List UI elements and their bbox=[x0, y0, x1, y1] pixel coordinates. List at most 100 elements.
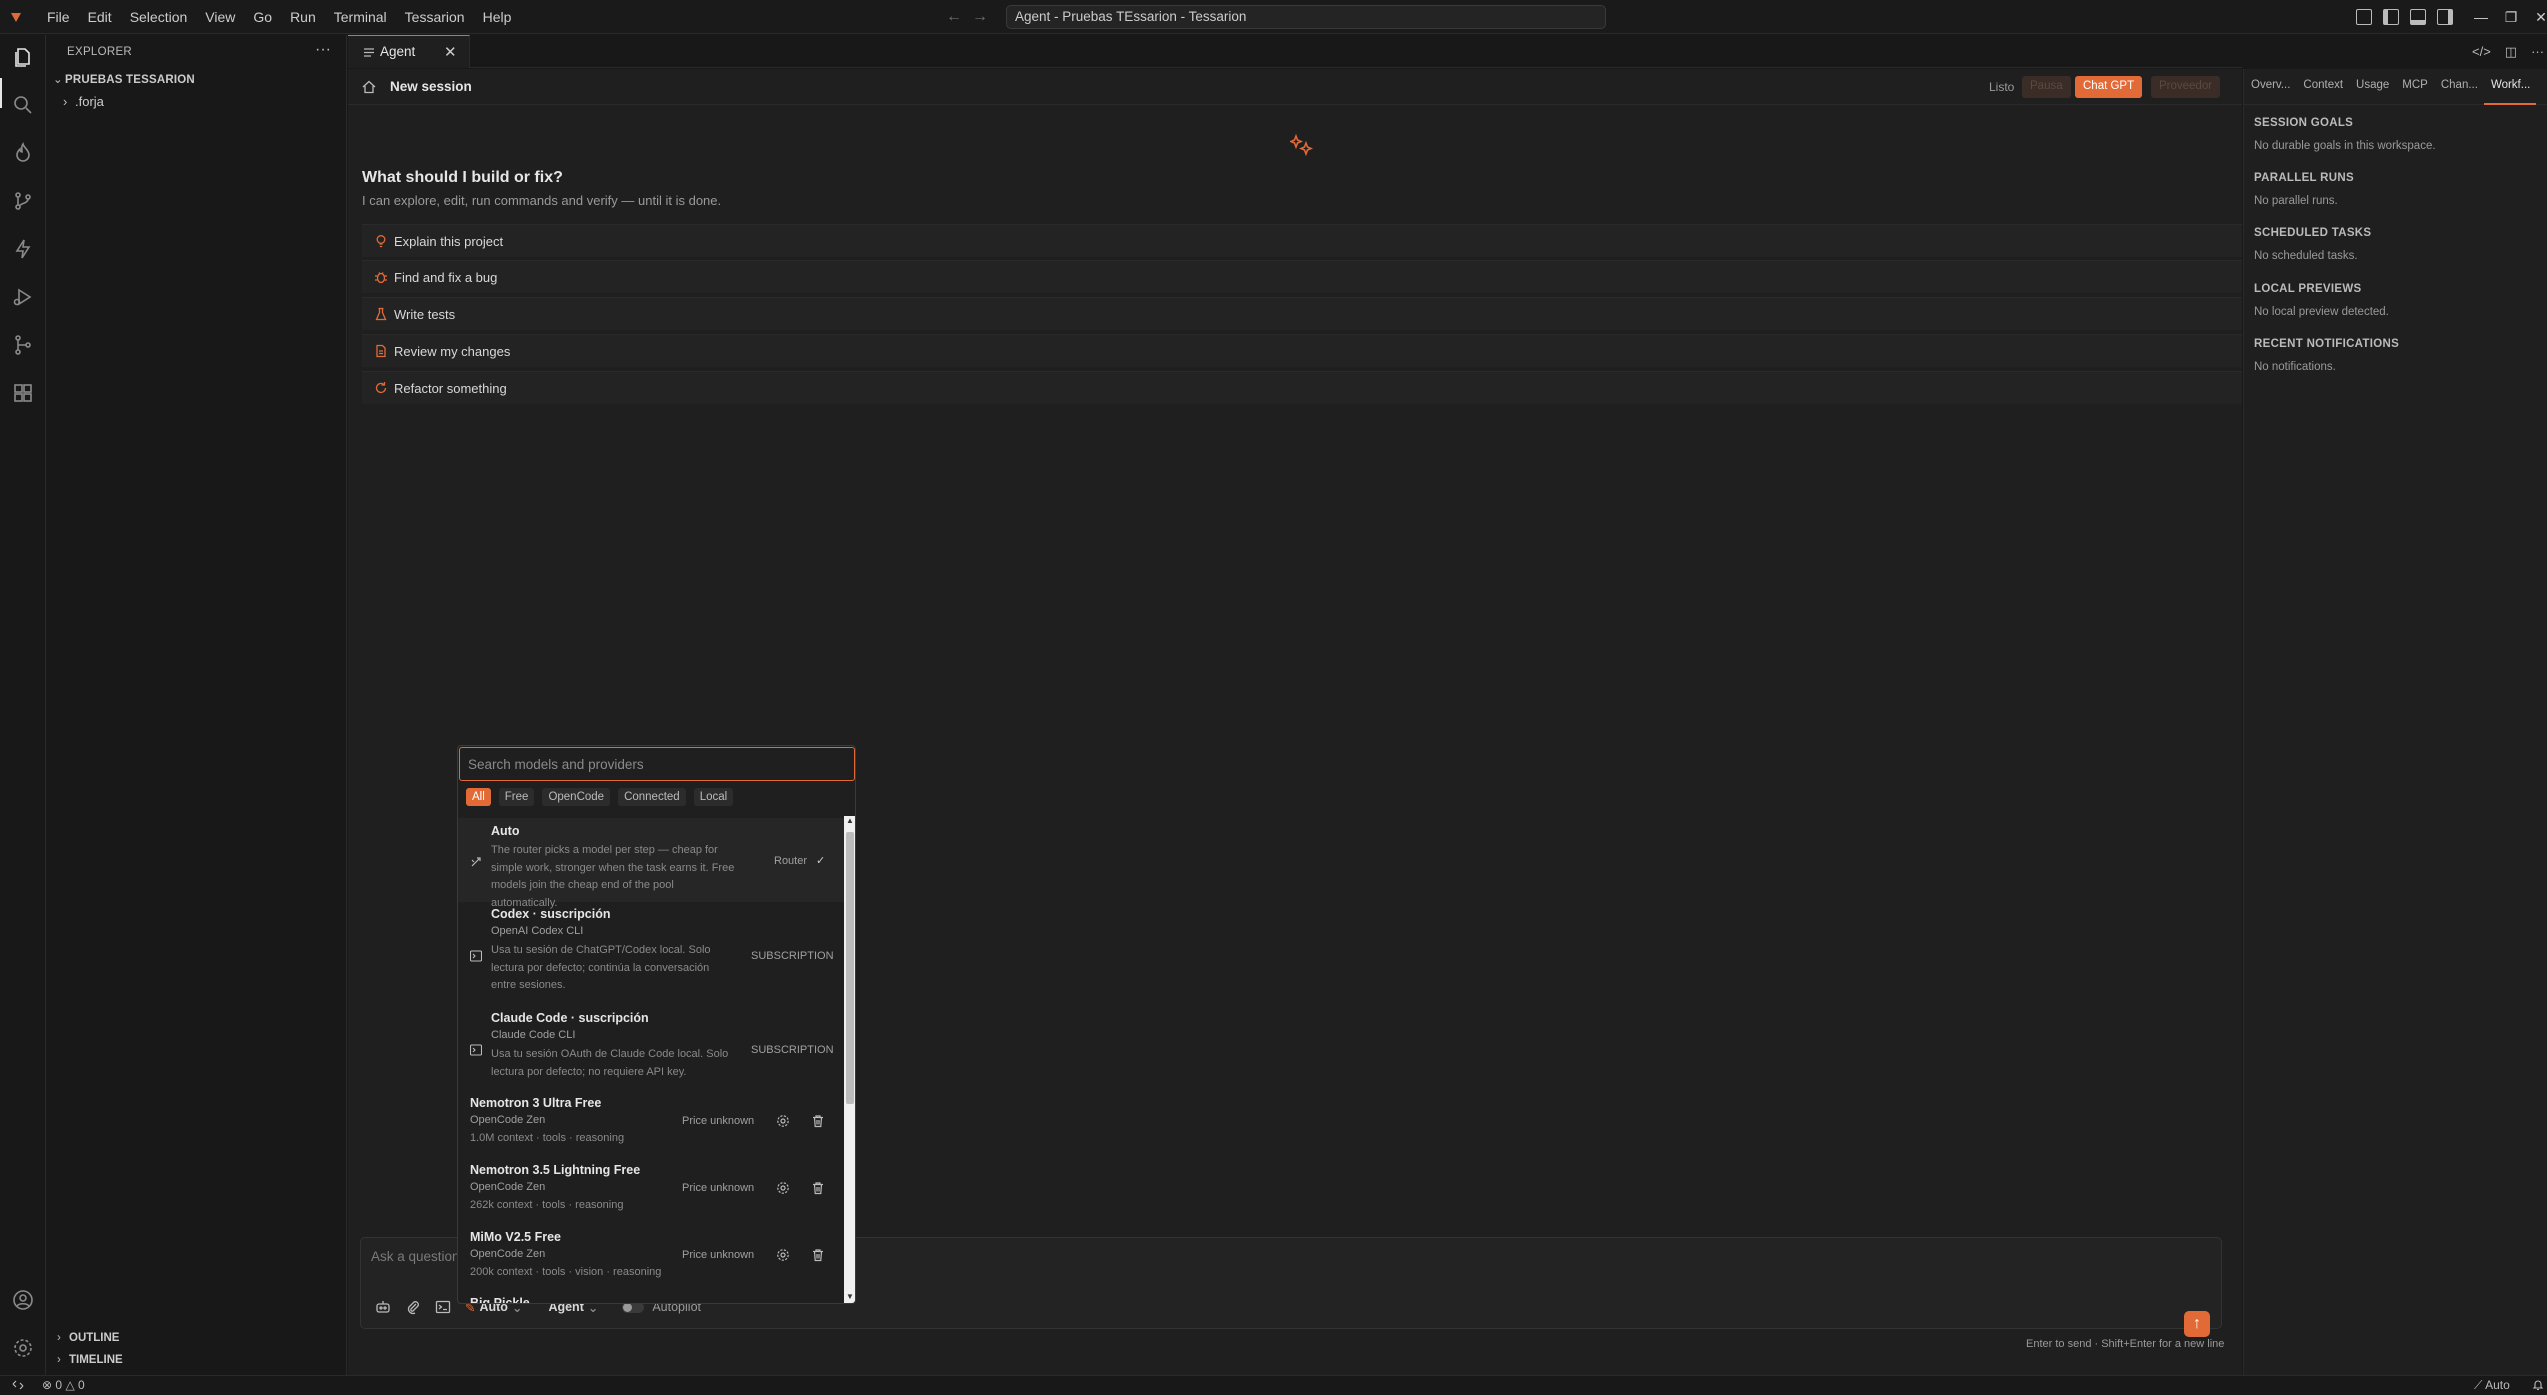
status-bar: ⊗ 0 △ 0 ⟋ Auto bbox=[0, 1375, 2547, 1395]
section-body: No durable goals in this workspace. bbox=[2254, 140, 2436, 152]
filter-all[interactable]: All bbox=[466, 788, 491, 806]
explorer-icon[interactable] bbox=[11, 45, 35, 69]
scroll-down-icon[interactable]: ▼ bbox=[844, 1292, 855, 1303]
account-icon[interactable] bbox=[11, 1288, 35, 1312]
settings-gear-icon[interactable] bbox=[11, 1336, 35, 1360]
scroll-up-icon[interactable]: ▲ bbox=[844, 816, 855, 828]
filter-opencode[interactable]: OpenCode bbox=[542, 788, 611, 806]
flame-icon[interactable] bbox=[11, 141, 35, 165]
tree-item-forja[interactable]: › .forja bbox=[63, 94, 104, 109]
lightning-icon[interactable] bbox=[11, 237, 35, 261]
extensions-icon[interactable] bbox=[11, 381, 35, 405]
search-icon[interactable] bbox=[11, 93, 35, 117]
tab-context[interactable]: Context bbox=[2296, 69, 2349, 105]
model-item-nemotron-3-ultra[interactable]: Nemotron 3 Ultra Free OpenCode Zen 1.0M … bbox=[458, 1093, 844, 1157]
trash-icon[interactable] bbox=[811, 1248, 825, 1262]
menu-terminal[interactable]: Terminal bbox=[325, 5, 396, 29]
suggestion-review-changes[interactable]: Review my changes bbox=[362, 334, 2242, 367]
problems-indicator[interactable]: ⊗ 0 △ 0 bbox=[42, 1378, 85, 1392]
notifications-bell-icon[interactable] bbox=[2532, 1379, 2544, 1391]
more-actions-icon[interactable]: ··· bbox=[2531, 44, 2544, 60]
model-item-big-pickle[interactable]: Big Pickle bbox=[458, 1294, 844, 1303]
gear-icon[interactable] bbox=[776, 1114, 790, 1128]
suggestion-fix-bug[interactable]: Find and fix a bug bbox=[362, 260, 2242, 293]
tab-usage[interactable]: Usage bbox=[2349, 69, 2395, 105]
menu-file[interactable]: File bbox=[38, 5, 79, 29]
model-price: Price unknown bbox=[682, 1115, 755, 1127]
attach-icon[interactable] bbox=[405, 1299, 421, 1315]
toggle-secondary-sidebar-icon[interactable] bbox=[2437, 9, 2453, 25]
window-controls: — ❐ ✕ bbox=[2466, 6, 2547, 28]
chatgpt-button[interactable]: Chat GPT bbox=[2075, 76, 2143, 98]
terminal-icon[interactable] bbox=[435, 1299, 451, 1315]
workspace-name: PRUEBAS TESSARION bbox=[65, 74, 195, 86]
agents-icon[interactable] bbox=[375, 1299, 391, 1315]
forward-arrow-icon[interactable]: → bbox=[972, 8, 988, 26]
suggestion-explain-project[interactable]: Explain this project bbox=[362, 224, 2242, 257]
menu-help[interactable]: Help bbox=[474, 5, 521, 29]
timeline-section[interactable]: › TIMELINE bbox=[57, 1354, 123, 1366]
trash-icon[interactable] bbox=[811, 1181, 825, 1195]
outline-label: OUTLINE bbox=[69, 1332, 120, 1344]
menu-edit[interactable]: Edit bbox=[79, 5, 121, 29]
workspace-header[interactable]: ⌄ PRUEBAS TESSARION bbox=[53, 72, 195, 86]
close-window-icon[interactable]: ✕ bbox=[2526, 6, 2547, 28]
menu-selection[interactable]: Selection bbox=[121, 5, 197, 29]
tab-overview[interactable]: Overv... bbox=[2244, 69, 2296, 105]
branches-icon[interactable] bbox=[11, 333, 35, 357]
model-item-auto[interactable]: Auto The router picks a model per step —… bbox=[458, 818, 844, 909]
tab-mcp[interactable]: MCP bbox=[2395, 69, 2434, 105]
close-icon[interactable]: ✕ bbox=[444, 43, 457, 61]
gear-icon[interactable] bbox=[776, 1181, 790, 1195]
run-debug-icon[interactable] bbox=[11, 285, 35, 309]
suggestion-label: Find and fix a bug bbox=[394, 270, 498, 285]
split-editor-icon[interactable]: ◫ bbox=[2505, 44, 2517, 60]
pause-button[interactable]: Pausa bbox=[2022, 76, 2071, 98]
tab-agent[interactable]: Agent ✕ bbox=[348, 35, 470, 68]
filter-local[interactable]: Local bbox=[693, 788, 734, 806]
menu-tessarion[interactable]: Tessarion bbox=[396, 5, 474, 29]
model-name: MiMo V2.5 Free bbox=[470, 1230, 561, 1244]
filter-connected[interactable]: Connected bbox=[618, 788, 686, 806]
error-icon: ⊗ bbox=[42, 1378, 53, 1392]
gear-icon[interactable] bbox=[776, 1248, 790, 1262]
customize-layout-icon[interactable] bbox=[2356, 9, 2372, 25]
section-title: SESSION GOALS bbox=[2254, 117, 2354, 129]
back-arrow-icon[interactable]: ← bbox=[946, 8, 962, 26]
minimize-icon[interactable]: — bbox=[2466, 6, 2496, 28]
tab-changes[interactable]: Chan... bbox=[2434, 69, 2484, 105]
filter-free[interactable]: Free bbox=[498, 788, 535, 806]
toggle-primary-sidebar-icon[interactable] bbox=[2383, 9, 2399, 25]
source-control-icon[interactable] bbox=[11, 189, 35, 213]
code-icon[interactable]: </> bbox=[2472, 44, 2491, 60]
model-search-input[interactable] bbox=[459, 747, 855, 781]
model-name: Codex · suscripción bbox=[491, 907, 611, 921]
suggestion-refactor[interactable]: Refactor something bbox=[362, 371, 2242, 404]
menu-run[interactable]: Run bbox=[281, 5, 325, 29]
outline-section[interactable]: › OUTLINE bbox=[57, 1332, 119, 1344]
more-actions-icon[interactable]: ··· bbox=[315, 41, 331, 59]
menu-view[interactable]: View bbox=[196, 5, 244, 29]
menu-go[interactable]: Go bbox=[244, 5, 281, 29]
chat-input[interactable]: Ask a question bbox=[371, 1249, 460, 1264]
provider-button[interactable]: Proveedor bbox=[2151, 76, 2221, 98]
command-center[interactable]: Agent - Pruebas TEssarion - Tessarion bbox=[1006, 5, 1606, 29]
restore-icon[interactable]: ❐ bbox=[2496, 6, 2526, 28]
trash-icon[interactable] bbox=[811, 1114, 825, 1128]
toggle-panel-icon[interactable] bbox=[2410, 9, 2426, 25]
bug-icon bbox=[374, 270, 388, 284]
check-icon: ✓ bbox=[816, 855, 826, 867]
model-item-nemotron-3-5-lightning[interactable]: Nemotron 3.5 Lightning Free OpenCode Zen… bbox=[458, 1160, 844, 1224]
model-provider: OpenCode Zen bbox=[470, 1181, 546, 1193]
suggestion-write-tests[interactable]: Write tests bbox=[362, 297, 2242, 330]
model-item-mimo-v2-5[interactable]: MiMo V2.5 Free OpenCode Zen 200k context… bbox=[458, 1227, 844, 1291]
remote-icon[interactable] bbox=[12, 1379, 24, 1391]
status-auto[interactable]: ⟋ Auto bbox=[2474, 1378, 2510, 1393]
home-icon[interactable] bbox=[362, 80, 376, 94]
warning-icon: △ bbox=[65, 1378, 75, 1392]
model-item-codex[interactable]: Codex · suscripción OpenAI Codex CLI Usa… bbox=[458, 904, 844, 1006]
tab-workflows[interactable]: Workf... bbox=[2483, 69, 2537, 105]
model-item-claude-code[interactable]: Claude Code · suscripción Claude Code CL… bbox=[458, 1008, 844, 1090]
scrollbar-thumb[interactable] bbox=[846, 832, 854, 1104]
send-button[interactable]: ↑ bbox=[2184, 1311, 2210, 1337]
